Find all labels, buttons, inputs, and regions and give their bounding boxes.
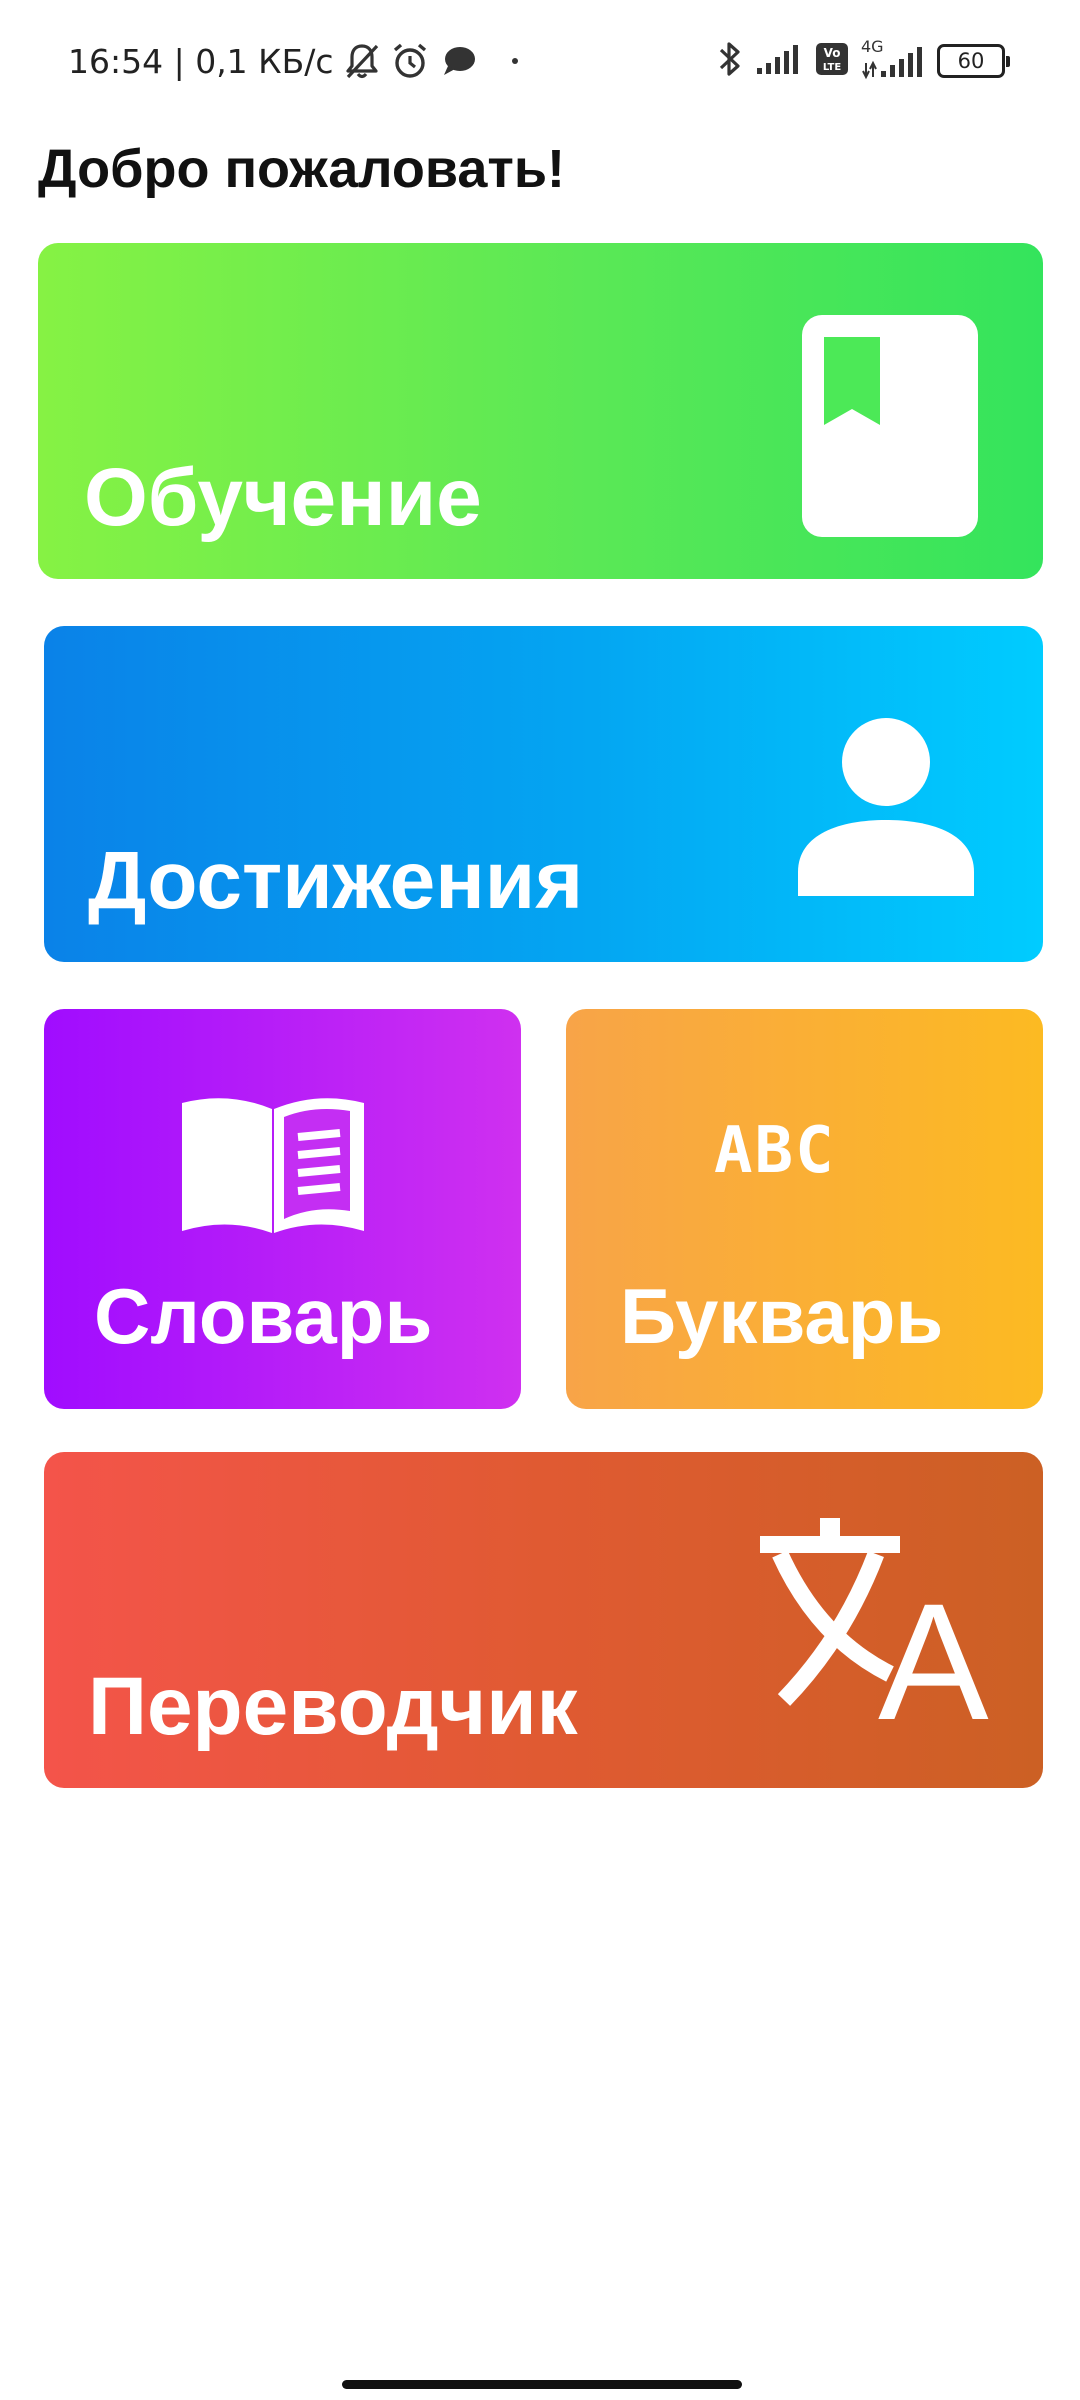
abc-icon: ABC [714, 1119, 836, 1183]
status-right: Vo LTE 4G 60 [717, 36, 1010, 86]
signal-icon [755, 42, 803, 81]
translator-card[interactable]: Переводчик A [44, 1452, 1043, 1788]
alarm-icon [390, 41, 430, 81]
dictionary-card[interactable]: Словарь [44, 1009, 521, 1409]
svg-text:LTE: LTE [823, 62, 842, 73]
primer-card[interactable]: Букварь ABC [566, 1009, 1043, 1409]
achievements-card[interactable]: Достижения [44, 626, 1043, 962]
translator-label: Переводчик [88, 1661, 578, 1752]
learning-label: Обучение [84, 452, 482, 543]
signal-4g-icon: 4G [861, 37, 925, 81]
translate-icon: A [760, 1518, 1010, 1748]
bluetooth-icon [717, 39, 743, 84]
open-book-icon [180, 1093, 366, 1242]
svg-text:Vo: Vo [824, 46, 841, 60]
primer-label: Букварь [620, 1272, 944, 1360]
book-bookmark-icon [802, 315, 978, 542]
achievements-label: Достижения [88, 835, 584, 926]
translate-icon-letter: A [878, 1570, 989, 1755]
chat-bubble-icon [440, 44, 478, 78]
dot-icon [511, 58, 518, 64]
learning-card[interactable]: Обучение [38, 243, 1043, 579]
battery-icon: 60 [937, 44, 1010, 78]
abc-icon-text: ABC [714, 1114, 836, 1188]
status-bar: 16:54 | 0,1 КБ/с Vo LTE 4G 60 [0, 0, 1080, 120]
volte-icon: Vo LTE [815, 42, 849, 81]
battery-level: 60 [957, 49, 985, 73]
page-title: Добро пожаловать! [38, 139, 566, 199]
dictionary-label: Словарь [94, 1272, 433, 1360]
bell-off-icon [344, 42, 380, 80]
person-icon [796, 716, 976, 901]
status-time-speed: 16:54 | 0,1 КБ/с [68, 41, 334, 81]
gesture-nav-bar[interactable] [342, 2380, 742, 2389]
status-left: 16:54 | 0,1 КБ/с [68, 36, 518, 86]
